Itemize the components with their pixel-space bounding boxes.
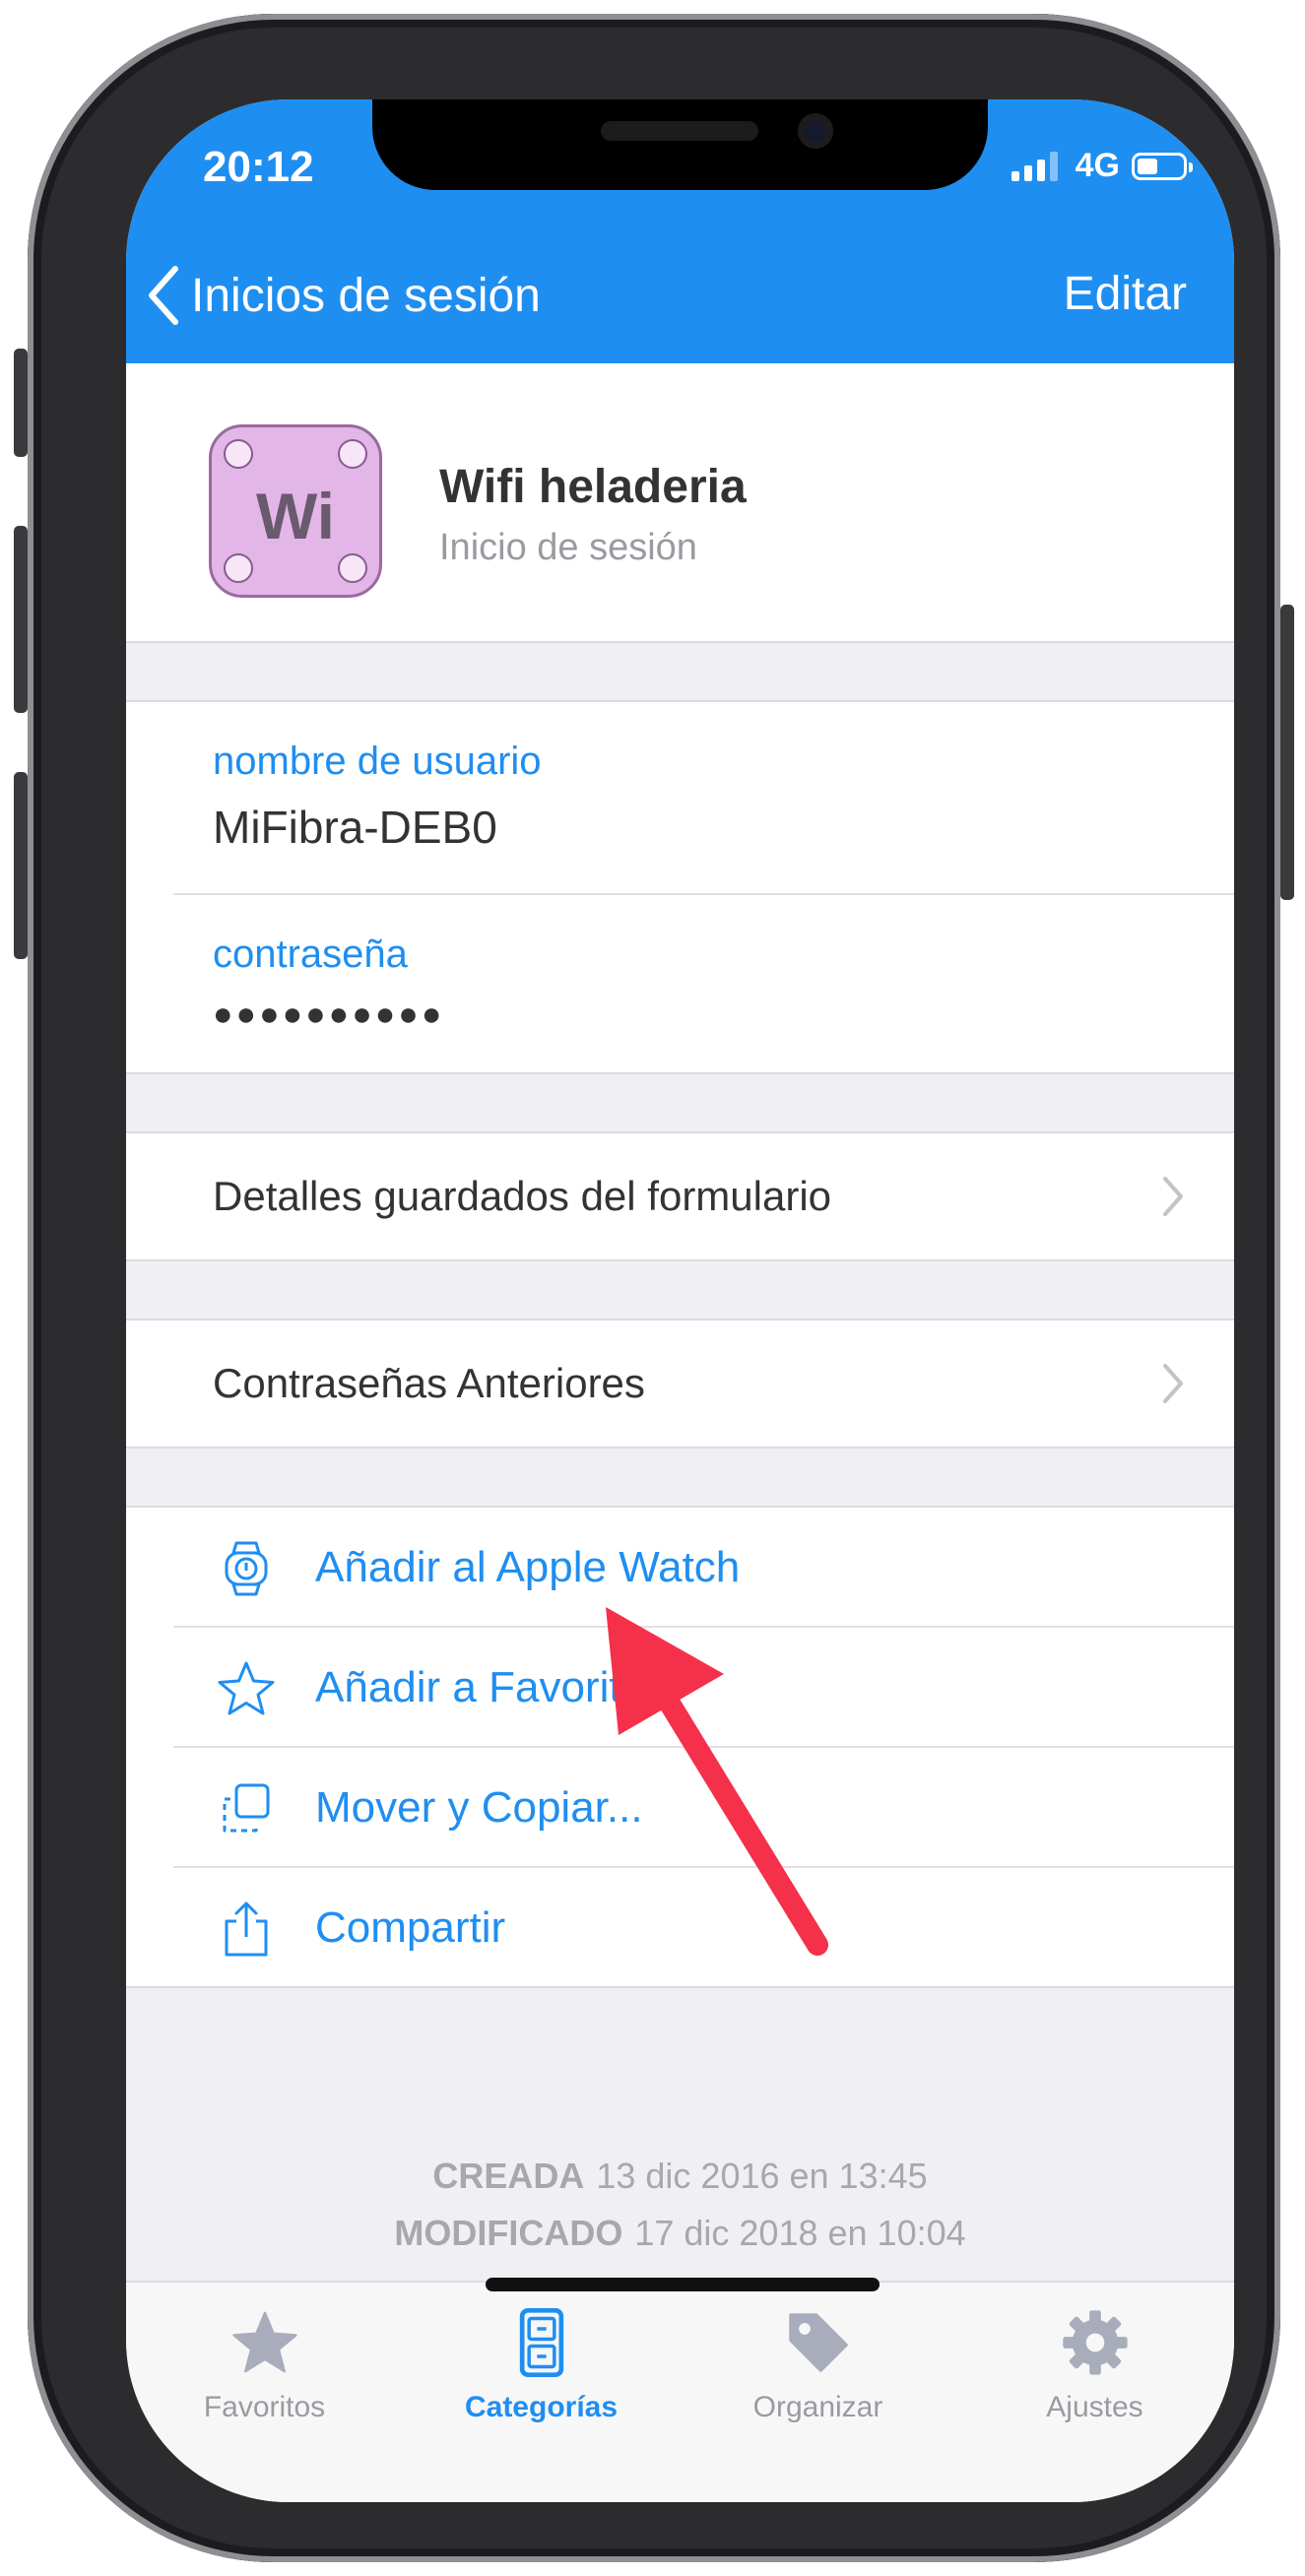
- created-label: CREADA: [432, 2156, 585, 2196]
- form-details-label: Detalles guardados del formulario: [213, 1173, 832, 1219]
- add-to-favorites-label: Añadir a Favoritos: [315, 1663, 668, 1711]
- tab-organizar-label: Organizar: [752, 2391, 883, 2423]
- created-info: CREADA 13 dic 2016 en 13:45: [126, 2156, 1234, 2197]
- notch: [372, 99, 988, 190]
- phone-screen: 20:12 4G Inicios de sesión Editar Wi Wif…: [126, 99, 1234, 2502]
- back-button-label: Inicios de sesión: [191, 269, 541, 322]
- speaker: [601, 121, 758, 141]
- previous-passwords-label: Contraseñas Anteriores: [213, 1360, 645, 1406]
- item-icon: Wi: [209, 424, 382, 598]
- status-time: 20:12: [203, 143, 314, 191]
- star-outline-icon: [218, 1661, 275, 1715]
- created-value: 13 dic 2016 en 13:45: [596, 2156, 928, 2196]
- star-icon: [232, 2311, 297, 2373]
- tab-organizar[interactable]: Organizar: [680, 2283, 956, 2430]
- share-label: Compartir: [315, 1903, 506, 1952]
- apple-watch-icon: [225, 1541, 268, 1596]
- form-details-row[interactable]: Detalles guardados del formulario: [126, 1133, 1234, 1259]
- add-to-favorites-button[interactable]: Añadir a Favoritos: [126, 1628, 1234, 1748]
- previous-passwords-row[interactable]: Contraseñas Anteriores: [126, 1320, 1234, 1447]
- credentials-card: nombre de usuario MiFibra-DEB0 contraseñ…: [126, 702, 1234, 1072]
- status-indicators: 4G: [1011, 147, 1193, 185]
- chevron-right-icon: [1163, 1364, 1183, 1403]
- network-label: 4G: [1075, 147, 1120, 184]
- item-subtitle: Inicio de sesión: [439, 527, 697, 568]
- username-label: nombre de usuario: [213, 740, 542, 783]
- add-to-apple-watch-button[interactable]: Añadir al Apple Watch: [126, 1508, 1234, 1628]
- modified-value: 17 dic 2018 en 10:04: [634, 2213, 966, 2253]
- modified-info: MODIFICADO 17 dic 2018 en 10:04: [126, 2213, 1234, 2254]
- password-label: contraseña: [213, 933, 408, 976]
- tab-bar: Favoritos Categorías Organizar Ajustes: [126, 2281, 1234, 2502]
- side-button-volume-up: [14, 526, 28, 713]
- chevron-right-icon: [1163, 1177, 1183, 1216]
- username-field[interactable]: nombre de usuario MiFibra-DEB0: [126, 702, 1234, 893]
- signal-icon: [1011, 151, 1058, 181]
- edit-button[interactable]: Editar: [1064, 267, 1187, 321]
- tag-icon: [789, 2313, 848, 2372]
- tab-favoritos[interactable]: Favoritos: [126, 2283, 403, 2430]
- item-icon-text: Wi: [255, 480, 336, 552]
- move-copy-icon: [223, 1783, 270, 1833]
- cabinet-icon: [519, 2308, 564, 2377]
- move-copy-label: Mover y Copiar...: [315, 1783, 643, 1832]
- home-indicator: [486, 2278, 880, 2291]
- back-button[interactable]: Inicios de sesión: [146, 265, 541, 326]
- tab-categorias-label: Categorías: [464, 2391, 619, 2423]
- side-button-volume-down: [14, 772, 28, 959]
- side-button-power: [1280, 605, 1294, 900]
- move-copy-button[interactable]: Mover y Copiar...: [126, 1748, 1234, 1868]
- add-to-apple-watch-label: Añadir al Apple Watch: [315, 1543, 741, 1591]
- chevron-left-icon: [149, 266, 178, 325]
- password-value: ●●●●●●●●●●: [213, 996, 445, 1033]
- username-value: MiFibra-DEB0: [213, 802, 497, 853]
- tab-ajustes-label: Ajustes: [1046, 2391, 1143, 2423]
- front-camera: [798, 113, 833, 149]
- password-field[interactable]: contraseña ●●●●●●●●●●: [126, 895, 1234, 1072]
- share-icon: [225, 1901, 268, 1957]
- share-button[interactable]: Compartir: [126, 1868, 1234, 1988]
- gear-icon: [1063, 2310, 1128, 2375]
- phone-frame: 20:12 4G Inicios de sesión Editar Wi Wif…: [14, 14, 1294, 2562]
- battery-icon: [1132, 152, 1193, 180]
- side-button-silent: [14, 349, 28, 457]
- item-title: Wifi heladeria: [439, 461, 747, 513]
- actions-card: Añadir al Apple Watch Añadir a Favoritos…: [126, 1508, 1234, 1986]
- modified-label: MODIFICADO: [394, 2213, 623, 2253]
- tab-favoritos-label: Favoritos: [203, 2391, 326, 2423]
- item-header: Wi Wifi heladeria Inicio de sesión: [126, 363, 1234, 641]
- tab-ajustes[interactable]: Ajustes: [956, 2283, 1233, 2430]
- tab-categorias[interactable]: Categorías: [403, 2283, 680, 2430]
